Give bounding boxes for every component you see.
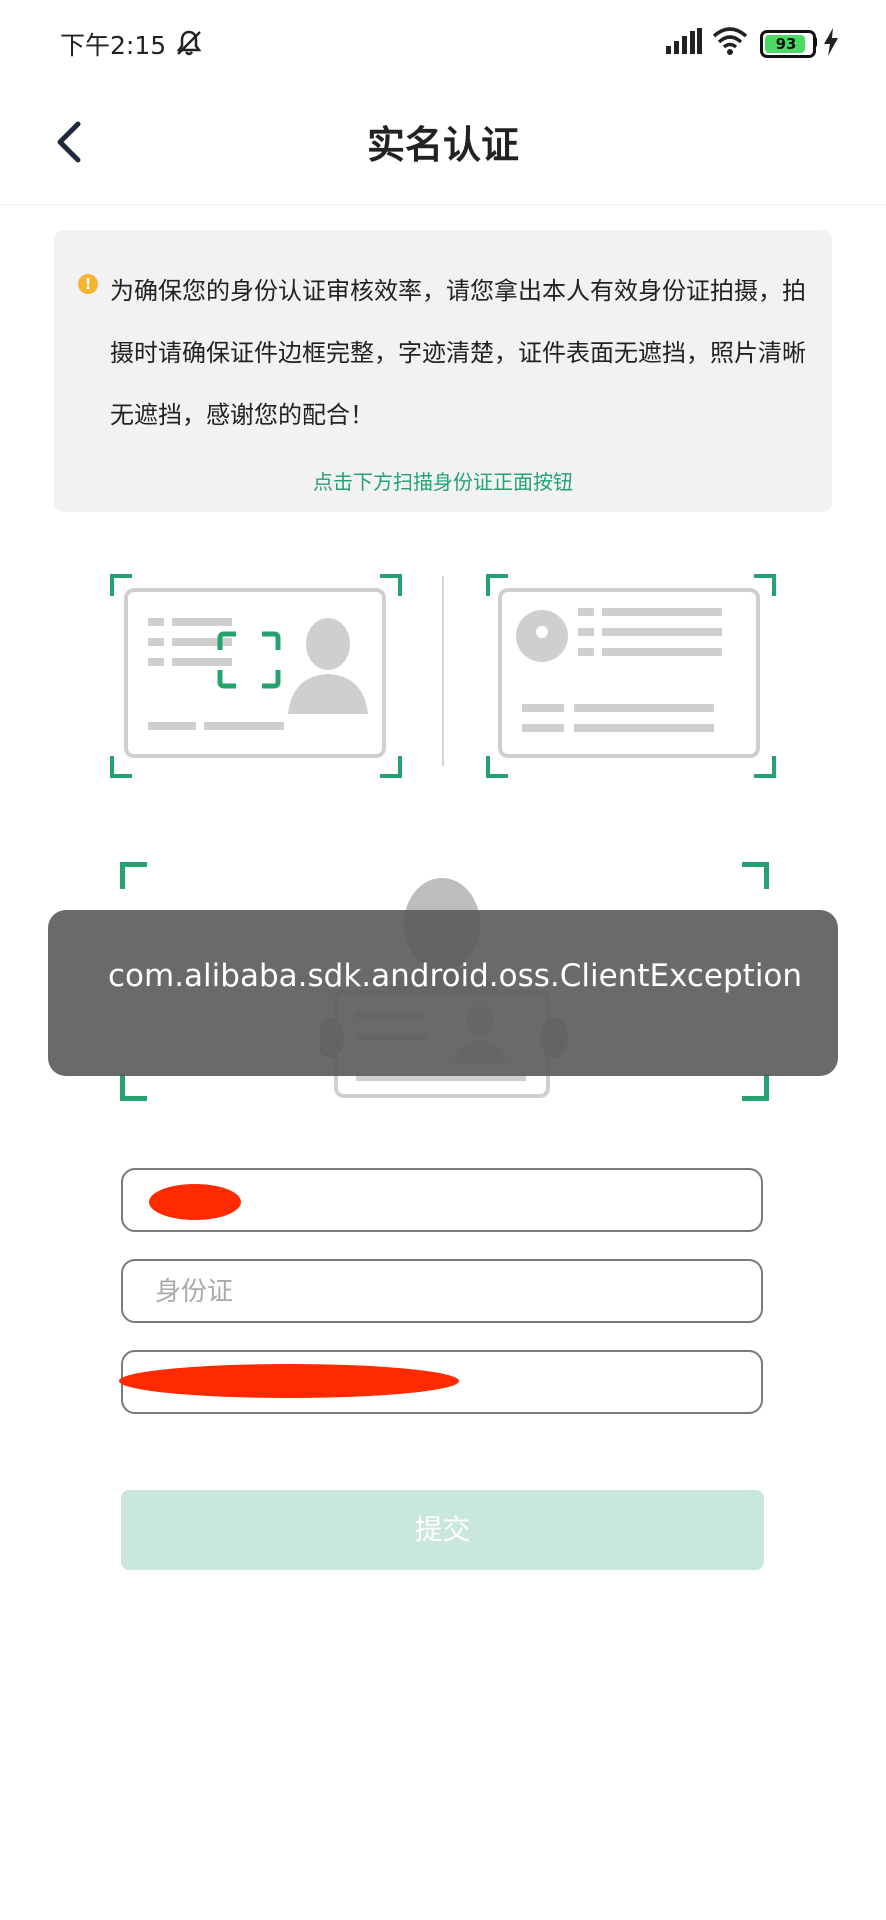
id-card-front-icon [124, 588, 386, 758]
name-field[interactable] [121, 1168, 763, 1232]
battery-icon: 93 [760, 30, 816, 58]
id-number-input[interactable] [153, 1261, 737, 1323]
toast-message: com.alibaba.sdk.android.oss.ClientExcept… [108, 958, 803, 994]
id-card-front-scanner[interactable] [100, 566, 410, 782]
info-icon: ! [78, 274, 98, 294]
wifi-icon [712, 26, 748, 60]
status-time: 下午2:15 [60, 31, 167, 60]
card-divider [442, 576, 444, 766]
notice-text: 为确保您的身份认证审核效率，请您拿出本人有效身份证拍摄，拍摄时请确保证件边框完整… [110, 277, 806, 429]
id-number-field[interactable] [121, 1259, 763, 1323]
error-toast: com.alibaba.sdk.android.oss.ClientExcept… [48, 910, 838, 1076]
battery-level: 93 [775, 35, 797, 53]
signal-icon [666, 28, 702, 58]
notice-box: ! 为确保您的身份认证审核效率，请您拿出本人有效身份证拍摄，拍摄时请确保证件边框… [54, 230, 832, 512]
bell-off-icon [174, 28, 204, 62]
id-card-back-scanner[interactable] [476, 566, 786, 782]
scan-hint-text: 点击下方扫描身份证正面按钮 [313, 470, 573, 494]
id-card-back-icon [498, 588, 760, 758]
submit-button[interactable]: 提交 [121, 1490, 764, 1570]
charging-icon [822, 28, 840, 60]
redaction-mark [119, 1364, 459, 1398]
nav-bar: 实名认证 [0, 86, 886, 205]
phone-field[interactable] [119, 1350, 763, 1414]
page-title: 实名认证 [366, 123, 519, 167]
status-bar: 下午2:15 93 [0, 0, 886, 86]
id-card-scan-area [100, 566, 790, 782]
redaction-mark [149, 1184, 241, 1220]
